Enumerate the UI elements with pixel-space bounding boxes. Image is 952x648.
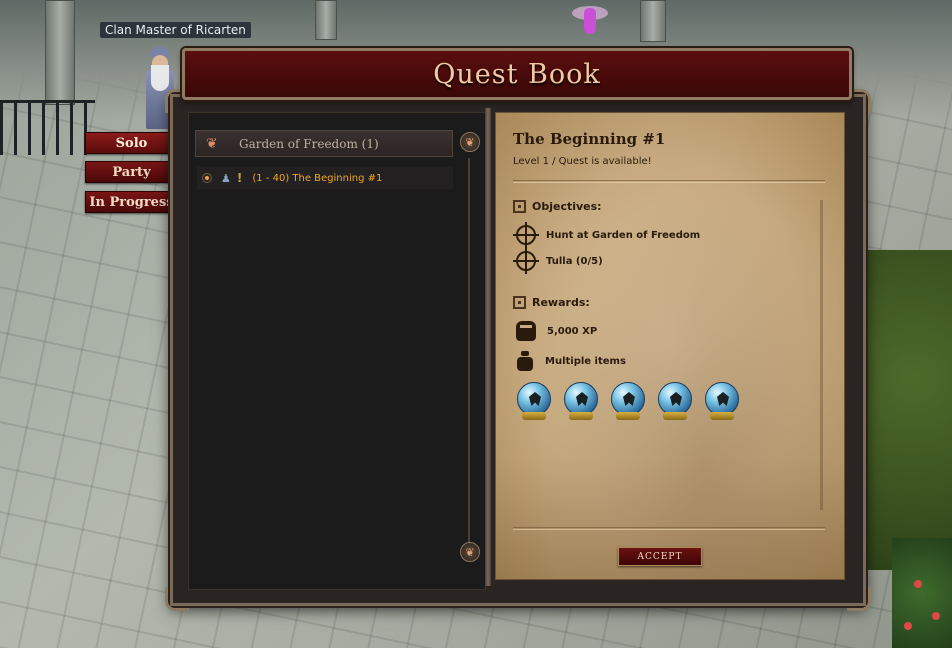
reward-item-slot[interactable]	[704, 381, 740, 421]
target-icon	[513, 222, 539, 248]
flower-bush	[892, 538, 952, 648]
npc-name-label: Clan Master of Ricarten	[100, 22, 251, 38]
iron-fence	[0, 100, 95, 155]
reward-item-slot[interactable]	[657, 381, 693, 421]
quest-list-item-label: (1 - 40) The Beginning #1	[252, 172, 383, 184]
objective-item: Tulla (0/5)	[513, 248, 603, 274]
quest-group-header[interactable]: ❦ Garden of Freedom (1)	[195, 130, 453, 157]
title-bar[interactable]: Quest Book	[182, 48, 852, 100]
reward-item: Multiple items	[516, 351, 626, 371]
rewards-header: Rewards:	[513, 296, 590, 309]
parchment-divider	[513, 180, 825, 183]
stone-pillar	[45, 0, 75, 105]
quest-title: The Beginning #1	[513, 130, 666, 148]
tab-in-progress[interactable]: In Progress	[85, 191, 177, 213]
reward-item-slot[interactable]	[610, 381, 646, 421]
crystal-orb-icon	[658, 382, 692, 416]
scroll-up-button[interactable]: ❦	[460, 132, 480, 152]
quest-list-scrollbar[interactable]: ❦ ❦	[460, 132, 480, 562]
quest-status: Level 1 / Quest is available!	[513, 156, 652, 167]
accept-button[interactable]: ACCEPT	[618, 547, 702, 566]
target-icon	[513, 248, 539, 274]
quest-group-label: Garden of Freedom (1)	[239, 136, 379, 151]
quest-list-item[interactable]: ♟ ! (1 - 40) The Beginning #1	[197, 167, 453, 189]
flower	[904, 622, 912, 630]
flower	[914, 580, 922, 588]
objective-item: Hunt at Garden of Freedom	[513, 222, 701, 248]
grass-patch	[857, 250, 952, 570]
reward-item-slot[interactable]	[516, 381, 552, 421]
detail-scrollbar[interactable]	[820, 200, 823, 510]
stone-pillar	[640, 0, 666, 42]
reward-item: 5,000 XP	[516, 321, 597, 341]
reward-label: 5,000 XP	[547, 325, 598, 337]
fist-icon	[516, 321, 536, 341]
objective-label: Hunt at Garden of Freedom	[546, 229, 701, 241]
objectives-label: Objectives:	[532, 200, 602, 213]
frame-corner	[847, 587, 871, 611]
flower	[932, 612, 940, 620]
panel-divider	[485, 108, 491, 586]
section-icon	[513, 200, 526, 213]
crystal-orb-icon	[611, 382, 645, 416]
scroll-down-button[interactable]: ❦	[460, 542, 480, 562]
rewards-label: Rewards:	[532, 296, 590, 309]
exclamation-icon: !	[236, 171, 243, 185]
tab-party[interactable]: Party	[85, 161, 177, 183]
party-icon: ♟	[221, 171, 231, 185]
heart-icon: ❦	[206, 135, 218, 152]
tab-solo[interactable]: Solo	[85, 132, 177, 154]
window-title: Quest Book	[433, 58, 601, 90]
crystal-orb-icon	[564, 382, 598, 416]
objectives-header: Objectives:	[513, 200, 602, 213]
stone-pillar	[315, 0, 337, 40]
scroll-rail	[468, 158, 470, 548]
section-icon	[513, 296, 526, 309]
crystal-orb-icon	[517, 382, 551, 416]
crystal-orb-icon	[705, 382, 739, 416]
parchment-divider	[513, 527, 825, 530]
fairy-character[interactable]	[572, 0, 608, 42]
objective-label: Tulla (0/5)	[546, 255, 603, 267]
reward-item-slot[interactable]	[563, 381, 599, 421]
reward-label: Multiple items	[545, 355, 626, 367]
status-dot-icon	[202, 173, 212, 183]
bag-icon	[516, 351, 534, 371]
frame-corner	[165, 587, 189, 611]
